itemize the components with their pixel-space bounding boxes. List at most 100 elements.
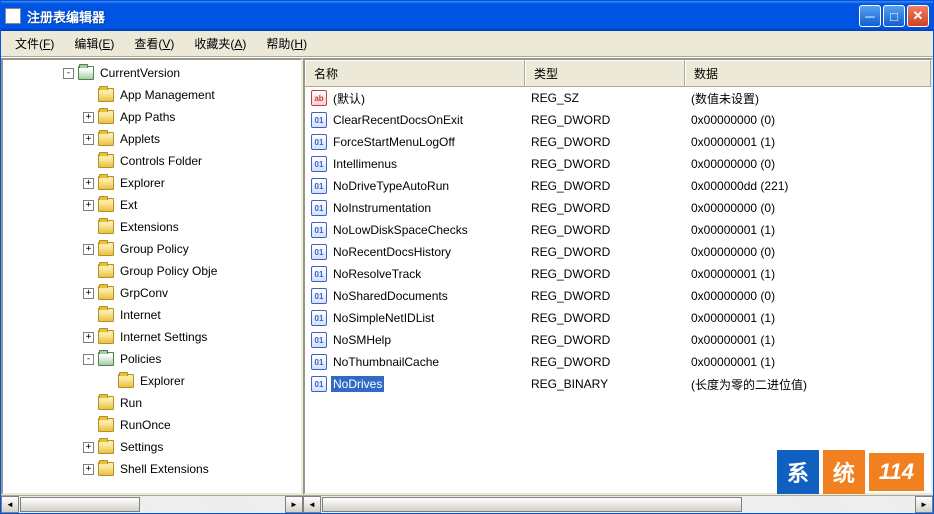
folder-closed-icon [98, 198, 114, 212]
folder-closed-icon [98, 242, 114, 256]
tree-node[interactable]: -CurrentVersion [3, 62, 301, 84]
folder-closed-icon [98, 462, 114, 476]
list-scrollbar[interactable]: ◄ ► [303, 495, 933, 513]
value-type: REG_DWORD [525, 311, 685, 325]
list-row[interactable]: 01NoSMHelpREG_DWORD0x00000001 (1) [305, 329, 931, 351]
maximize-button[interactable]: □ [883, 5, 905, 27]
folder-closed-icon [98, 220, 114, 234]
expand-icon[interactable]: + [83, 200, 94, 211]
folder-closed-icon [98, 308, 114, 322]
value-type: REG_DWORD [525, 289, 685, 303]
list-row[interactable]: 01NoSharedDocumentsREG_DWORD0x00000000 (… [305, 285, 931, 307]
binary-value-icon: 01 [311, 332, 327, 348]
tree-node[interactable]: Group Policy Obje [3, 260, 301, 282]
tree-node[interactable]: Explorer [3, 370, 301, 392]
tree-label: Ext [118, 197, 139, 213]
value-data: 0x00000001 (1) [685, 267, 931, 281]
expand-icon[interactable]: + [83, 288, 94, 299]
list-row[interactable]: 01NoDriveTypeAutoRunREG_DWORD0x000000dd … [305, 175, 931, 197]
column-data[interactable]: 数据 [685, 60, 931, 86]
folder-closed-icon [98, 110, 114, 124]
menu-收藏夹[interactable]: 收藏夹(A) [186, 32, 254, 55]
list-row[interactable]: 01NoRecentDocsHistoryREG_DWORD0x00000000… [305, 241, 931, 263]
list-row[interactable]: 01ForceStartMenuLogOffREG_DWORD0x0000000… [305, 131, 931, 153]
column-name[interactable]: 名称 [305, 60, 525, 86]
tree-node[interactable]: Extensions [3, 216, 301, 238]
folder-closed-icon [98, 440, 114, 454]
tree-node[interactable]: +App Paths [3, 106, 301, 128]
tree-node[interactable]: App Management [3, 84, 301, 106]
list-row[interactable]: 01NoLowDiskSpaceChecksREG_DWORD0x0000000… [305, 219, 931, 241]
tree-label: Extensions [118, 219, 181, 235]
binary-value-icon: 01 [311, 134, 327, 150]
binary-value-icon: 01 [311, 266, 327, 282]
binary-value-icon: 01 [311, 200, 327, 216]
value-data: 0x00000000 (0) [685, 113, 931, 127]
scroll-left-icon[interactable]: ◄ [303, 496, 321, 513]
scroll-right-icon[interactable]: ► [915, 496, 933, 513]
menu-编辑[interactable]: 编辑(E) [66, 32, 122, 55]
tree-node[interactable]: +Shell Extensions [3, 458, 301, 480]
folder-open-icon [98, 352, 114, 366]
expand-icon[interactable]: + [83, 244, 94, 255]
tree-node[interactable]: Controls Folder [3, 150, 301, 172]
tree-node[interactable]: Run [3, 392, 301, 414]
list-row[interactable]: 01NoSimpleNetIDListREG_DWORD0x00000001 (… [305, 307, 931, 329]
folder-closed-icon [98, 418, 114, 432]
close-button[interactable]: ✕ [907, 5, 929, 27]
list-row[interactable]: 01NoInstrumentationREG_DWORD0x00000000 (… [305, 197, 931, 219]
tree-node[interactable]: +Internet Settings [3, 326, 301, 348]
expand-icon[interactable]: + [83, 464, 94, 475]
list-row[interactable]: 01NoResolveTrack REG_DWORD0x00000001 (1) [305, 263, 931, 285]
value-name: NoResolveTrack [331, 266, 423, 282]
tree-label: Run [118, 395, 144, 411]
minimize-button[interactable]: ─ [859, 5, 881, 27]
list-row[interactable]: 01IntellimenusREG_DWORD0x00000000 (0) [305, 153, 931, 175]
tree-node[interactable]: - Policies [3, 348, 301, 370]
expand-icon[interactable]: + [83, 134, 94, 145]
titlebar[interactable]: 注册表编辑器 ─ □ ✕ [1, 1, 933, 31]
tree-scrollbar[interactable]: ◄ ► [1, 495, 303, 513]
value-data: 0x00000001 (1) [685, 135, 931, 149]
list-row[interactable]: ab(默认)REG_SZ(数值未设置) [305, 87, 931, 109]
tree-node[interactable]: +Group Policy [3, 238, 301, 260]
tree-panel[interactable]: -CurrentVersionApp Management+App Paths+… [1, 58, 303, 495]
bottom-scrollbars: ◄ ► ◄ ► [1, 495, 933, 513]
collapse-icon[interactable]: - [63, 68, 74, 79]
menu-文件[interactable]: 文件(F) [7, 32, 62, 55]
expand-icon[interactable]: + [83, 442, 94, 453]
tree-label: Policies [118, 351, 163, 367]
expand-icon[interactable]: + [83, 178, 94, 189]
value-data: 0x00000001 (1) [685, 333, 931, 347]
value-type: REG_DWORD [525, 267, 685, 281]
value-data: 0x00000001 (1) [685, 223, 931, 237]
column-type[interactable]: 类型 [525, 60, 685, 86]
scroll-thumb[interactable] [20, 497, 140, 512]
expand-icon[interactable]: + [83, 112, 94, 123]
list-row[interactable]: 01NoDrivesREG_BINARY(长度为零的二进位值) [305, 373, 931, 395]
tree-node[interactable]: RunOnce [3, 414, 301, 436]
folder-closed-icon [98, 154, 114, 168]
menu-查看[interactable]: 查看(V) [126, 32, 182, 55]
list-row[interactable]: 01NoThumbnailCacheREG_DWORD0x00000001 (1… [305, 351, 931, 373]
value-type: REG_DWORD [525, 157, 685, 171]
tree-node[interactable]: Internet [3, 304, 301, 326]
menu-帮助[interactable]: 帮助(H) [258, 32, 315, 55]
tree-node[interactable]: + Ext [3, 194, 301, 216]
list-row[interactable]: 01ClearRecentDocsOnExitREG_DWORD0x000000… [305, 109, 931, 131]
tree-node[interactable]: +Settings [3, 436, 301, 458]
tree-node[interactable]: +GrpConv [3, 282, 301, 304]
scroll-thumb[interactable] [322, 497, 742, 512]
watermark: 系 统 114 [777, 450, 924, 494]
list-panel[interactable]: 名称 类型 数据 ab(默认)REG_SZ(数值未设置)01ClearRecen… [303, 58, 933, 495]
value-name: NoInstrumentation [331, 200, 433, 216]
value-data: (长度为零的二进位值) [685, 376, 931, 393]
folder-closed-icon [98, 132, 114, 146]
expand-icon[interactable]: + [83, 332, 94, 343]
folder-closed-icon [98, 176, 114, 190]
tree-node[interactable]: +Explorer [3, 172, 301, 194]
tree-node[interactable]: +Applets [3, 128, 301, 150]
scroll-left-icon[interactable]: ◄ [1, 496, 19, 513]
collapse-icon[interactable]: - [83, 354, 94, 365]
scroll-right-icon[interactable]: ► [285, 496, 303, 513]
